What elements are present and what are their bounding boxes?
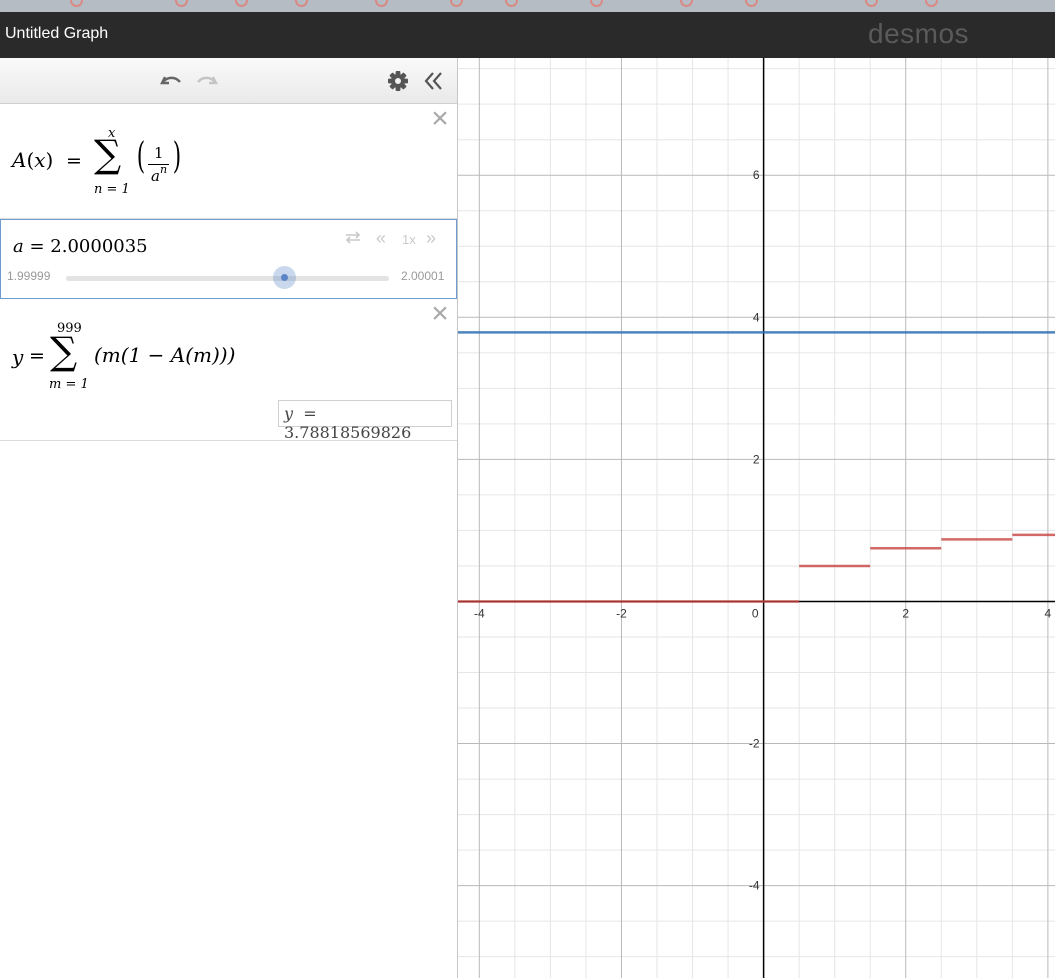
- result-value: 3.78818569826: [284, 423, 412, 442]
- slider-max[interactable]: 2.00001: [401, 269, 444, 283]
- slider-variable: a: [13, 236, 24, 257]
- open-paren: (: [136, 136, 146, 177]
- slider-equals: =: [29, 236, 45, 257]
- result-equals: =: [303, 404, 317, 423]
- delete-expression-icon[interactable]: ×: [429, 299, 451, 329]
- expression-row-3[interactable]: × y = 999 ∑ m = 1 (m(1 − A(m))) y = 3.78…: [0, 299, 457, 442]
- summand: (m(1 − A(m))): [94, 343, 236, 367]
- fraction-denominator-exp: n: [160, 163, 168, 176]
- expression-row-slider[interactable]: a = 2.0000035 « 1x » 1.99999 2.00001: [0, 219, 457, 299]
- sigma-icon: ∑: [50, 329, 78, 373]
- top-bar: Untitled Graph desmos: [0, 12, 1055, 58]
- gear-icon[interactable]: [385, 68, 411, 94]
- expression-3-equals: =: [29, 345, 45, 367]
- expression-row-1[interactable]: × A(x) = x ∑ n = 1 ( 1 a n ): [0, 104, 457, 219]
- expression-toolbar: [0, 58, 457, 104]
- major-gridlines: [458, 58, 1055, 978]
- desmos-logo: desmos: [868, 18, 970, 49]
- expression-list: × A(x) = x ∑ n = 1 ( 1 a n ) a = 2.00000…: [0, 58, 458, 978]
- slider-expression[interactable]: a = 2.0000035: [13, 236, 148, 257]
- sigma-icon: ∑: [94, 132, 122, 176]
- sum-lower-limit: n = 1: [94, 182, 130, 197]
- browser-tab-strip: [0, 0, 1055, 12]
- redo-icon[interactable]: [194, 68, 220, 94]
- y-tick-label: 2: [753, 452, 760, 466]
- y-tick-label: 4: [753, 310, 760, 324]
- minor-gridlines: [458, 58, 1055, 978]
- slider-min[interactable]: 1.99999: [7, 269, 50, 283]
- step-back-icon[interactable]: «: [376, 228, 386, 249]
- y-tick-label: 6: [753, 168, 760, 182]
- y-tick-label: -2: [749, 737, 760, 751]
- x-tick-label: 0: [752, 606, 759, 620]
- expression-1-lhs: A(x): [12, 148, 54, 172]
- graph-title[interactable]: Untitled Graph: [5, 25, 108, 43]
- slider-value: 2.0000035: [50, 236, 148, 257]
- fraction-denominator-base: a: [151, 167, 160, 185]
- x-tick-label: 4: [1045, 606, 1052, 620]
- close-paren: ): [172, 136, 182, 177]
- slider-handle[interactable]: [272, 266, 296, 289]
- graph-canvas[interactable]: -4 -2 0 2 4 6 4 2 -2 -4: [458, 58, 1055, 978]
- double-chevron-left-icon[interactable]: [421, 68, 447, 94]
- axes: [458, 58, 1055, 978]
- x-tick-label: 2: [902, 606, 909, 620]
- desmos-app: Untitled Graph desmos × A(x) = x ∑ n = 1…: [0, 0, 1055, 978]
- y-tick-label: -4: [749, 879, 760, 893]
- graph-paper[interactable]: -4 -2 0 2 4 6 4 2 -2 -4: [458, 58, 1055, 978]
- step-forward-icon[interactable]: »: [426, 228, 436, 249]
- plotted-curves: [458, 331, 1055, 603]
- fraction-numerator: 1: [154, 144, 164, 162]
- expression-1-equals: =: [66, 150, 82, 172]
- x-tick-label: -4: [474, 606, 485, 620]
- undo-icon[interactable]: [158, 68, 184, 94]
- expression-3-lhs: y: [12, 345, 24, 369]
- x-tick-label: -2: [616, 606, 627, 620]
- loop-icon[interactable]: [344, 230, 362, 249]
- delete-expression-icon[interactable]: ×: [429, 104, 451, 134]
- evaluation-result: y = 3.78818569826: [278, 400, 452, 442]
- speed-button[interactable]: 1x: [402, 232, 416, 247]
- result-lhs: y: [284, 404, 294, 423]
- sum-lower-limit: m = 1: [49, 377, 89, 392]
- slider-track[interactable]: [66, 276, 389, 281]
